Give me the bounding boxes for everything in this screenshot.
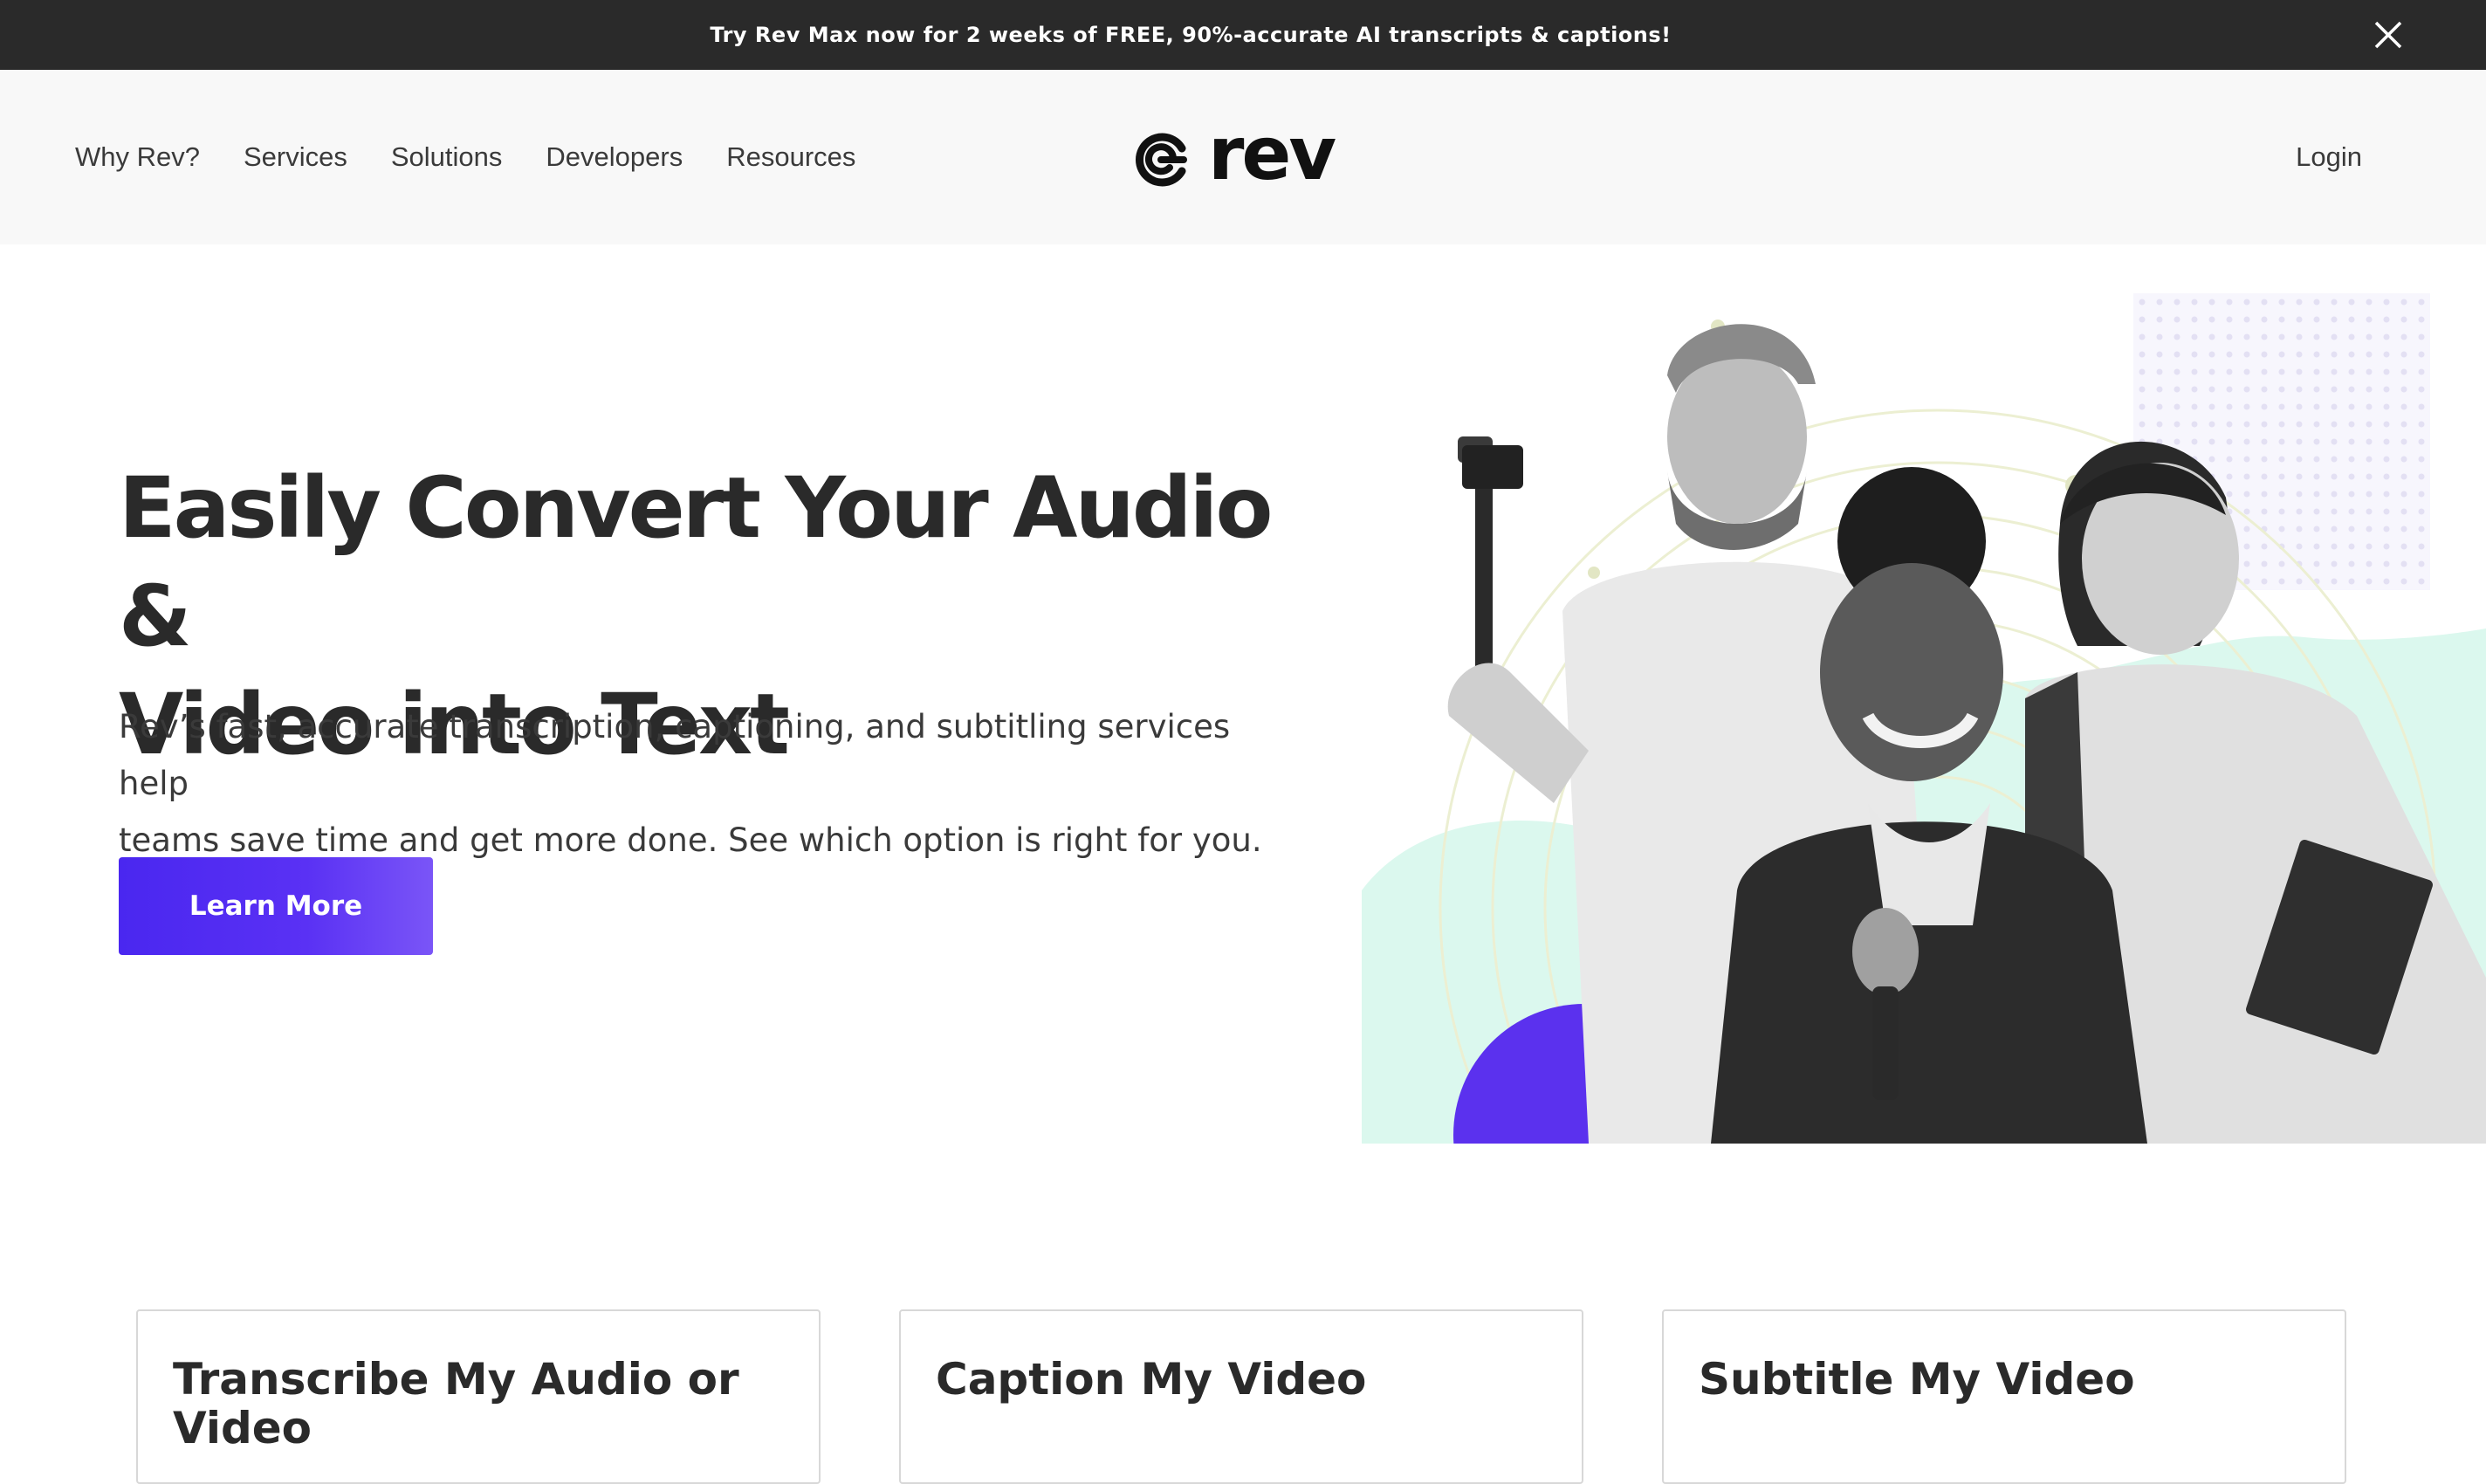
hero-subtitle-line1: Rev’s fast, accurate transcription, capt… [119,708,1231,802]
nav-developers[interactable]: Developers [546,141,683,173]
hero-title-line1: Easily Convert Your Audio & [119,459,1273,665]
card-caption[interactable]: Caption My Video [899,1309,1583,1484]
rev-logo[interactable]: rev [1135,111,1336,199]
card-subtitle[interactable]: Subtitle My Video [1662,1309,2346,1484]
card-transcribe[interactable]: Transcribe My Audio or Video [136,1309,821,1484]
nav-services[interactable]: Services [244,141,347,173]
login-link[interactable]: Login [2296,70,2362,244]
card-title: Subtitle My Video [1699,1354,2135,1405]
hero-illustration [1362,262,2486,1144]
nav-solutions[interactable]: Solutions [391,141,503,173]
hero-subtitle: Rev’s fast, accurate transcription, capt… [119,698,1271,869]
ring-dots [1588,319,2086,579]
learn-more-button[interactable]: Learn More [119,857,433,955]
promo-banner: Try Rev Max now for 2 weeks of FREE, 90%… [0,0,2486,70]
promo-text[interactable]: Try Rev Max now for 2 weeks of FREE, 90%… [710,23,1671,47]
top-nav: Why Rev? Services Solutions Developers R… [0,70,2486,244]
card-title: Caption My Video [936,1354,1367,1405]
nav-resources[interactable]: Resources [726,141,855,173]
logo-text: rev [1208,111,1336,196]
nav-why-rev[interactable]: Why Rev? [75,141,200,173]
hero-subtitle-line2: teams save time and get more done. See w… [119,821,1262,859]
card-title: Transcribe My Audio or Video [173,1354,739,1453]
nav-links: Why Rev? Services Solutions Developers R… [75,70,899,244]
rev-logo-icon [1136,133,1187,187]
close-icon[interactable] [2371,17,2406,52]
